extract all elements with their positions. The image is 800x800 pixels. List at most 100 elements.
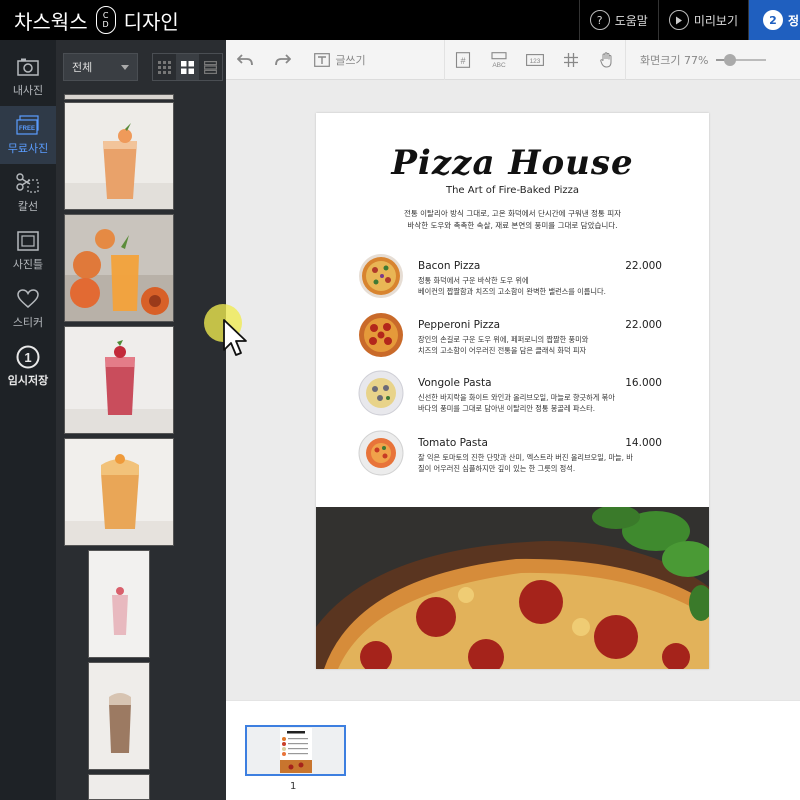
camera-icon [16, 56, 40, 78]
scissors-icon [16, 172, 40, 194]
view-toggle [152, 53, 223, 81]
chevron-down-icon [121, 65, 129, 70]
rail-label: 칼선 [17, 200, 39, 213]
question-icon: ? [589, 10, 610, 30]
rail-label: 무료사진 [7, 142, 49, 155]
item-name: Bacon Pizza [418, 260, 481, 272]
svg-text:FREE: FREE [19, 126, 35, 132]
pepperoni-pizza-image [359, 313, 403, 357]
rail-item-stickers[interactable]: 스티커 [0, 280, 56, 338]
abc-icon: ABC [491, 51, 507, 68]
app-logo[interactable]: 차스웍스 C D 디자인 [0, 0, 179, 40]
photo-grid [64, 94, 174, 800]
item-price: 22.000 [625, 319, 662, 331]
menu-subtitle[interactable]: The Art of Fire-Baked Pizza [316, 185, 709, 196]
help-button[interactable]: ? 도움말 [578, 0, 658, 40]
pepperoni-pizza-photo[interactable] [316, 507, 709, 669]
redo-icon [275, 53, 291, 65]
svg-text:#: # [460, 56, 465, 66]
add-text-button[interactable]: 글쓰기 [302, 40, 378, 80]
rail-item-my-photos[interactable]: 내사진 [0, 48, 56, 106]
zoom-label: 화면크기 77% [640, 53, 709, 67]
next-step-button[interactable]: 2 정 [748, 0, 800, 40]
logo-mark-icon: C D [95, 6, 116, 34]
menu-title[interactable]: Pizza House [316, 143, 709, 183]
zoom-slider[interactable] [716, 53, 767, 66]
svg-text:ABC: ABC [492, 62, 506, 68]
undo-button[interactable] [226, 40, 264, 80]
number-one-icon: 1 [16, 345, 40, 369]
svg-text:1: 1 [24, 350, 31, 365]
small-grid-icon [158, 60, 171, 74]
logo-text-left: 차스웍스 [14, 9, 88, 34]
item-price: 22.000 [625, 260, 662, 272]
menu-item[interactable]: Bacon Pizza 22.000 정통 화덕에서 구운 바삭한 도우 위에 … [358, 253, 668, 307]
item-price: 14.000 [625, 437, 662, 449]
pan-button[interactable] [589, 40, 625, 80]
item-name: Tomato Pasta [418, 437, 488, 449]
number-style-button[interactable]: 123 [517, 40, 553, 80]
grid-icon [564, 52, 578, 67]
item-price: 16.000 [625, 377, 662, 389]
vongole-pasta-image [358, 370, 404, 416]
editor-toolbar: 글쓰기 # ABC 123 화면크기 77% [226, 39, 800, 80]
menu-page[interactable]: Pizza House The Art of Fire-Baked Pizza … [316, 113, 709, 669]
help-label: 도움말 [614, 13, 648, 28]
rail-item-frames[interactable]: 사진틀 [0, 222, 56, 280]
item-description: 장인의 손길로 구운 도우 위에, 페퍼로니의 짭짤한 풍미와 치즈의 고소함이… [418, 335, 589, 355]
item-name: Vongole Pasta [418, 377, 492, 389]
step-number-icon: 2 [763, 10, 783, 30]
tomato-pasta-image [358, 430, 404, 476]
view-small-grid-button[interactable] [153, 54, 176, 80]
photo-thumb[interactable] [88, 550, 150, 658]
app-header: 차스웍스 C D 디자인 ? 도움말 미리보기 2 정 [0, 0, 800, 40]
text-box-icon [314, 52, 331, 67]
next-step-label: 정 [788, 13, 800, 28]
zoom-value: 77% [683, 53, 709, 67]
page-strip: 1 [226, 700, 800, 800]
preview-label: 미리보기 [693, 13, 738, 28]
photo-thumb[interactable] [88, 774, 150, 800]
category-dropdown[interactable]: 전체 [63, 53, 138, 81]
view-large-grid-button[interactable] [176, 54, 199, 80]
photo-thumb[interactable] [88, 662, 150, 770]
large-grid-icon [181, 60, 194, 74]
undo-icon [237, 53, 253, 65]
rail-item-temp-save[interactable]: 1 임시저장 [0, 338, 56, 396]
photo-thumb[interactable] [64, 102, 174, 210]
preview-button[interactable]: 미리보기 [657, 0, 748, 40]
photo-thumb[interactable] [64, 438, 174, 546]
photo-thumb[interactable] [64, 214, 174, 322]
item-description: 신선한 바지락을 화이트 와인과 올리브오일, 마늘로 향긋하게 볶아 바다의 … [418, 393, 615, 413]
rail-item-free-photos[interactable]: FREE 무료사진 [0, 106, 56, 164]
menu-item[interactable]: Tomato Pasta 14.000 잘 익은 토마토의 진한 단맛과 산미,… [358, 430, 668, 484]
zoom-slider-handle[interactable] [724, 53, 737, 66]
grid-button[interactable] [553, 40, 589, 80]
menu-item[interactable]: Pepperoni Pizza 22.000 장인의 손길로 구운 도우 위에,… [358, 312, 668, 366]
photo-thumb[interactable] [64, 326, 174, 434]
hash-box-button[interactable]: # [445, 40, 481, 80]
rail-item-cut-line[interactable]: 칼선 [0, 164, 56, 222]
asset-panel: 전체 [56, 40, 226, 800]
rail-label: 내사진 [12, 84, 44, 97]
number-box-icon: 123 [526, 53, 544, 66]
rail-label: 사진틀 [12, 258, 44, 271]
text-style-button[interactable]: ABC [481, 40, 517, 80]
menu-item[interactable]: Vongole Pasta 16.000 신선한 바지락을 화이트 와인과 올리… [358, 370, 668, 424]
redo-button[interactable] [264, 40, 302, 80]
item-description: 정통 화덕에서 구운 바삭한 도우 위에 베이컨의 짭짤함과 치즈의 고소함이 … [418, 276, 606, 296]
svg-text:123: 123 [530, 58, 541, 65]
view-list-button[interactable] [199, 54, 222, 80]
design-canvas[interactable]: Pizza House The Art of Fire-Baked Pizza … [226, 80, 800, 700]
item-description: 잘 익은 토마토의 진한 단맛과 산미, 엑스트라 버진 올리브오일, 마늘, … [418, 453, 633, 473]
logo-mark-top: C [102, 11, 109, 20]
rail-label: 스티커 [12, 316, 44, 329]
menu-intro[interactable]: 전통 이탈리아 방식 그대로, 고온 화덕에서 단시간에 구워낸 정통 피자 바… [356, 208, 669, 232]
photo-thumb[interactable] [64, 94, 174, 100]
play-icon [668, 10, 689, 30]
list-icon [204, 60, 217, 74]
page-thumbnail-preview [247, 727, 344, 774]
hand-icon [600, 51, 612, 68]
page-thumbnail[interactable] [245, 725, 346, 776]
heart-icon [16, 288, 40, 310]
